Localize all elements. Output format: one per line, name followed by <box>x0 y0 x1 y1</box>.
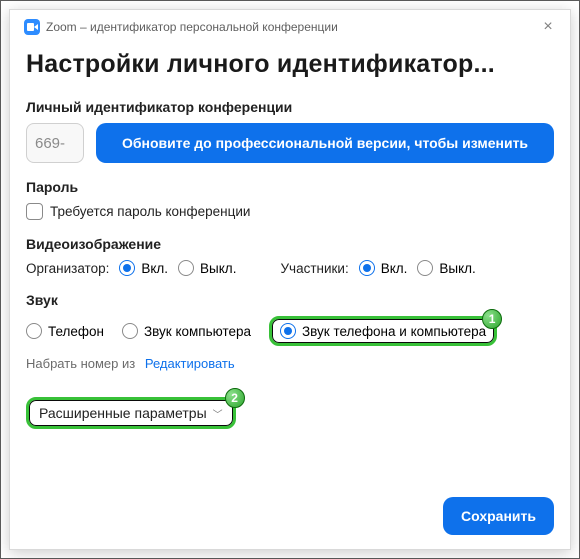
radio-icon <box>359 260 375 276</box>
video-label: Видеоизображение <box>26 236 554 252</box>
participants-video-off[interactable]: Выкл. <box>417 260 475 276</box>
require-password-label: Требуется пароль конференции <box>50 204 250 219</box>
callout-badge-2: 2 <box>225 388 245 408</box>
radio-icon <box>119 260 135 276</box>
radio-icon <box>417 260 433 276</box>
audio-phone[interactable]: Телефон <box>26 323 104 339</box>
host-video-on[interactable]: Вкл. <box>119 260 168 276</box>
callout-badge-1: 1 <box>482 309 502 329</box>
page-title: Настройки личного идентификатор... <box>26 50 554 79</box>
host-label: Организатор: <box>26 261 109 276</box>
radio-icon <box>26 323 42 339</box>
host-video-off[interactable]: Выкл. <box>178 260 236 276</box>
audio-computer-label: Звук компьютера <box>144 324 251 339</box>
pmi-input <box>26 123 84 163</box>
save-button[interactable]: Сохранить <box>443 497 554 535</box>
participants-label: Участники: <box>280 261 348 276</box>
window-title: Zoom – идентификатор персональной конфер… <box>46 20 532 34</box>
password-label: Пароль <box>26 179 554 195</box>
require-password-checkbox[interactable] <box>26 203 43 220</box>
chevron-down-icon: ﹀ <box>213 406 223 421</box>
edit-dial-link[interactable]: Редактировать <box>145 356 235 371</box>
advanced-options-toggle[interactable]: Расширенные параметры ﹀ 2 <box>26 397 236 429</box>
audio-phone-label: Телефон <box>48 324 104 339</box>
audio-label: Звук <box>26 292 554 308</box>
pmi-label: Личный идентификатор конференции <box>26 99 554 115</box>
upgrade-button[interactable]: Обновите до профессиональной версии, что… <box>96 123 554 163</box>
participants-video-on[interactable]: Вкл. <box>359 260 408 276</box>
off-label: Выкл. <box>439 261 475 276</box>
on-label: Вкл. <box>381 261 408 276</box>
audio-computer[interactable]: Звук компьютера <box>122 323 251 339</box>
radio-icon <box>122 323 138 339</box>
titlebar: Zoom – идентификатор персональной конфер… <box>16 10 564 40</box>
radio-icon <box>280 323 296 339</box>
zoom-app-icon <box>24 19 40 35</box>
on-label: Вкл. <box>141 261 168 276</box>
advanced-label: Расширенные параметры <box>39 405 207 421</box>
off-label: Выкл. <box>200 261 236 276</box>
callout-1: Звук телефона и компьютера 1 <box>269 316 497 346</box>
close-icon[interactable]: × <box>532 18 564 36</box>
audio-both[interactable]: Звук телефона и компьютера <box>280 323 486 339</box>
settings-dialog: Zoom – идентификатор персональной конфер… <box>9 9 571 550</box>
audio-both-label: Звук телефона и компьютера <box>302 324 486 339</box>
dial-from-label: Набрать номер из <box>26 356 135 371</box>
radio-icon <box>178 260 194 276</box>
